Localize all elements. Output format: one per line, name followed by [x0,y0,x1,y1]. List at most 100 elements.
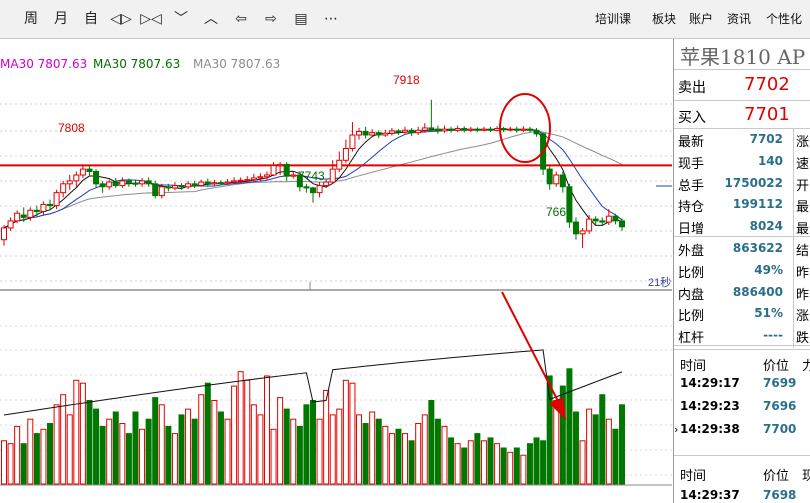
volume-bar [415,423,422,485]
volume-bar [277,397,284,485]
forward-icon[interactable]: ⇨ [258,8,284,30]
volume-bar [388,433,395,485]
quote-row-extra: 速 [796,156,810,172]
layout-icon[interactable]: ▤ [288,8,314,30]
candle [599,220,606,223]
candle [257,176,264,179]
expand-icon[interactable]: ◁▷ [108,8,134,30]
volume-bar [296,425,303,485]
candle [375,132,382,136]
down-icon[interactable]: ﹀ [168,8,194,30]
sector-link[interactable]: 板块 [652,10,676,27]
volume-bar [158,404,165,485]
toolbar: 周月自 ◁▷ ▷◁ ﹀ ︿ ⇦ ⇨ ▤ ⋯ 培训课 板块 账户 资讯 个性化 [0,0,810,39]
up-icon[interactable]: ︿ [198,8,224,30]
volume-bar [513,447,520,485]
quote-row-extra: 涨 [796,309,810,325]
price-volume-chart[interactable]: 7808 7918 7743 7666 21秒 [0,39,672,503]
volume-bar [211,399,218,485]
volume-bar [441,425,448,485]
candle [132,182,139,185]
volume-bar [329,414,336,485]
volume-bar [461,447,468,485]
month-period-button[interactable]: 月 [48,8,74,30]
volume-bar [86,399,93,485]
volume-bar [139,428,146,485]
volume-bar [612,428,619,485]
volume-bar [540,440,547,485]
candle [66,180,73,185]
week-period-button[interactable]: 周 [18,8,44,30]
candle [47,203,54,207]
candle [592,218,599,222]
candle [342,148,349,161]
candle [211,182,218,185]
trade-row[interactable]: 14:29:37 7698 [674,484,810,503]
volume-bar [33,433,40,485]
candle [415,129,422,134]
volume-bar [73,379,80,485]
ask-row: 卖出 7702 [674,72,810,98]
contract-title: 苹果1810 AP [680,45,806,69]
volume-bar [349,382,356,485]
candle [369,132,376,136]
shrink-icon[interactable]: ▷◁ [138,8,164,30]
back-icon[interactable]: ⇦ [228,8,254,30]
volume-bar [93,408,100,485]
more-icon[interactable]: ⋯ [318,8,344,30]
volume-bar [507,451,514,485]
volume-bar [204,382,211,485]
volume-bar [145,418,152,485]
volume-bar [395,428,402,485]
candle [520,128,527,131]
candle [224,181,231,184]
personalize-link[interactable]: 个性化 [766,10,802,27]
candle [106,181,113,188]
low-label-7743: 7743 [298,169,325,183]
candle [119,180,126,187]
quote-row-value: 140 [757,153,783,168]
volume-bar [263,375,270,485]
candle [53,192,60,207]
quote-row-value: 49% [754,262,783,277]
candle [612,215,619,222]
candle [303,186,310,189]
quote-row-extra: 开 [796,178,810,194]
quote-row: 比例 51% 涨 [674,302,810,324]
auto-button[interactable]: 自 [78,8,104,30]
candle [250,177,257,181]
volume-bar [599,394,606,485]
trade-row[interactable]: 14:29:23 7696 [674,395,810,417]
candle [480,128,487,131]
training-link[interactable]: 培训课 [595,10,631,27]
candle [152,183,159,197]
volume-bar [454,443,461,485]
trade-row[interactable]: 14:29:38 7700 [674,418,810,440]
candle [474,128,481,131]
account-link[interactable]: 账户 [689,10,713,27]
ask-row-label: 卖出 [678,80,706,96]
quote-row-extra: 最 [796,222,810,238]
news-link[interactable]: 资讯 [727,10,751,27]
volume-bar [191,418,198,485]
volume-bar [244,379,251,485]
candle [448,128,455,131]
volume-bar [257,414,264,485]
candle [454,128,461,131]
volume-bar [572,411,579,485]
volume-bar [47,423,54,485]
volume-bar [217,411,224,485]
panel-divider [674,349,810,350]
candle [171,185,178,189]
candle [487,128,494,131]
volume-bar [178,414,185,485]
volume-bar [125,433,132,485]
volume-bar [619,404,625,485]
volume-bar [402,433,409,485]
trade-row[interactable]: 14:29:17 7699 [674,372,810,394]
candle [395,130,402,133]
candle [93,170,100,185]
candle [125,180,132,184]
candle [500,128,507,131]
candle [546,168,553,185]
